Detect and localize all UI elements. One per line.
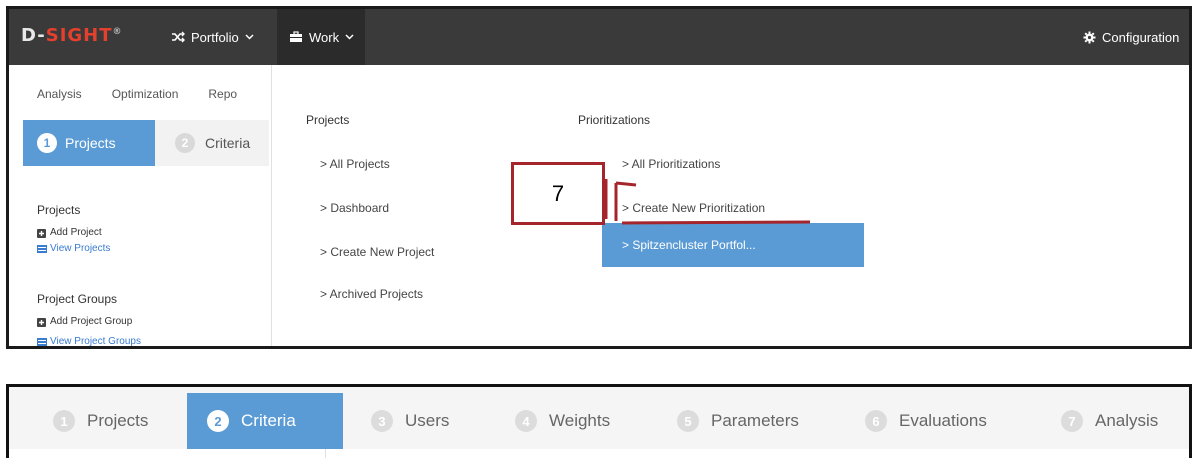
nav-portfolio-label: Portfolio	[191, 29, 239, 45]
subnav-reports[interactable]: Repo	[208, 87, 237, 123]
step-criteria[interactable]: 2 Criteria	[187, 393, 343, 449]
step-label: Projects	[65, 135, 116, 151]
step-label: Criteria	[241, 411, 296, 430]
view-project-groups-link[interactable]: View Project Groups	[37, 336, 141, 346]
nav-work-label: Work	[309, 29, 340, 45]
list-icon	[37, 337, 47, 346]
step-weights[interactable]: 4 Weights	[515, 393, 610, 449]
annotation-box: 7	[511, 162, 605, 225]
subnav-analysis[interactable]: Analysis	[37, 87, 82, 123]
add-project-link[interactable]: Add Project	[37, 227, 102, 238]
nav-configuration-label: Configuration	[1102, 29, 1180, 45]
view-projects-link[interactable]: View Projects	[37, 243, 110, 254]
dropdown-projects-title: Projects	[306, 113, 350, 127]
annotation-bracket	[604, 179, 811, 225]
step-number: 1	[37, 133, 57, 153]
list-icon	[37, 244, 47, 253]
nav-portfolio[interactable]: Portfolio	[159, 9, 266, 65]
content-area-top	[9, 449, 1189, 458]
sidebar-groups-title: Project Groups	[37, 292, 118, 306]
annotation-label: 7	[551, 180, 565, 206]
step-label: Users	[405, 411, 450, 430]
step-number: 6	[865, 410, 887, 432]
step-label: Projects	[87, 411, 149, 430]
step-label: Analysis	[1095, 411, 1159, 430]
plus-square-icon	[37, 228, 46, 238]
step-evaluations[interactable]: 6 Evaluations	[865, 393, 987, 449]
step-parameters[interactable]: 5 Parameters	[677, 393, 799, 449]
sub-navigation: Analysis Optimization Repo	[9, 65, 271, 123]
nav-work[interactable]: Work	[277, 9, 365, 65]
dropdown-create-new-project[interactable]: > Create New Project	[320, 245, 434, 259]
chevron-down-icon	[345, 34, 354, 40]
work-dropdown-menu: Projects > All Projects > Dashboard > Cr…	[271, 65, 1189, 346]
step-label: Criteria	[205, 135, 251, 151]
dropdown-spitzencluster-portfolio[interactable]: > Spitzencluster Portfol...	[602, 223, 864, 267]
step-label: Evaluations	[899, 411, 987, 430]
side-step-bar: 1 Projects 2 Criteria	[23, 120, 269, 166]
gear-icon	[1083, 31, 1096, 44]
step-number: 1	[53, 410, 75, 432]
step-number: 7	[1061, 410, 1083, 432]
subnav-optimization[interactable]: Optimization	[112, 87, 179, 123]
step-number: 2	[175, 133, 195, 153]
brand-logo[interactable]: D-SIGHT®	[21, 25, 123, 46]
step-number: 3	[371, 410, 393, 432]
step-projects[interactable]: 1 Projects	[53, 393, 148, 449]
briefcase-icon	[289, 31, 303, 43]
step-number: 4	[515, 410, 537, 432]
step-users[interactable]: 3 Users	[371, 393, 449, 449]
step-label: Weights	[549, 411, 611, 430]
navbar: D-SIGHT® Portfolio Work Configuration	[9, 9, 1189, 65]
step-number: 5	[677, 410, 699, 432]
add-project-group-link[interactable]: Add Project Group	[37, 316, 132, 327]
step-number: 2	[207, 410, 229, 432]
side-step-projects[interactable]: 1 Projects	[23, 120, 155, 166]
side-step-criteria[interactable]: 2 Criteria	[175, 120, 250, 166]
dropdown-all-projects[interactable]: > All Projects	[320, 157, 390, 171]
dropdown-dashboard[interactable]: > Dashboard	[320, 201, 389, 215]
dropdown-prioritizations-title: Prioritizations	[578, 113, 651, 127]
step-analysis[interactable]: 7 Analysis	[1061, 393, 1158, 449]
plus-square-icon	[37, 317, 46, 327]
shuffle-icon	[171, 31, 185, 43]
bottom-step-panel: 1 Projects 2 Criteria 3 Users 4 Weights …	[6, 384, 1192, 458]
dropdown-archived-projects[interactable]: > Archived Projects	[320, 287, 423, 301]
nav-configuration[interactable]: Configuration	[1071, 9, 1189, 65]
top-screenshot-panel: D-SIGHT® Portfolio Work Configuration An…	[6, 6, 1192, 349]
step-label: Parameters	[711, 411, 799, 430]
chevron-down-icon	[245, 34, 254, 40]
divider	[325, 449, 326, 458]
sidebar-projects-title: Projects	[37, 203, 81, 217]
